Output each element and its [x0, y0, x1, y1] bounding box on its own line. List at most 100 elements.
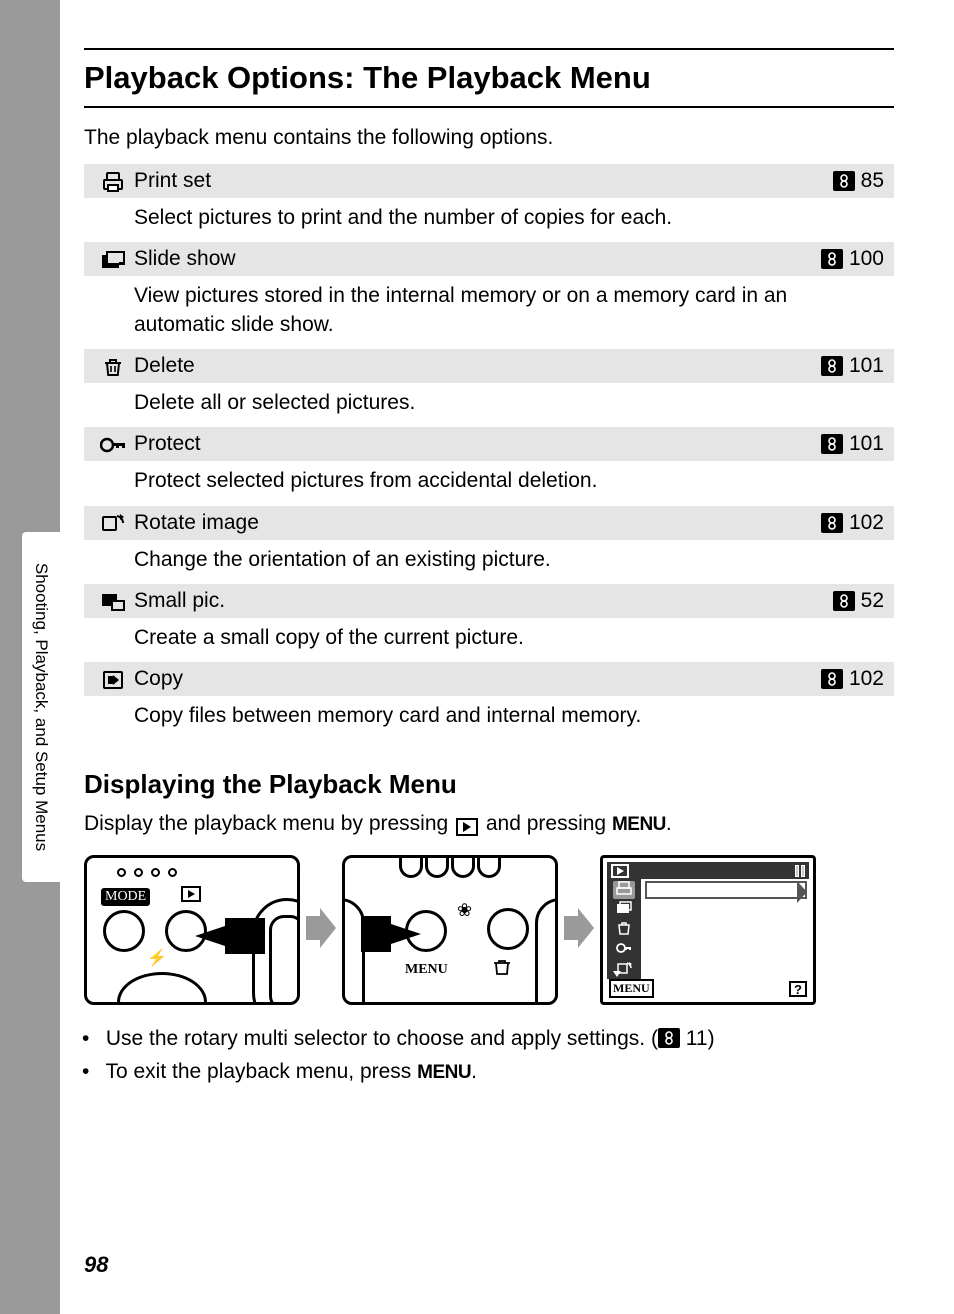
menu-item-delete-icon	[613, 921, 635, 939]
note-item: Use the rotary multi selector to choose …	[100, 1023, 894, 1056]
playback-button-icon	[181, 886, 201, 902]
display-instruction: Display the playback menu by pressing an…	[84, 808, 894, 840]
option-row: Print set 85 Select pictures to print and …	[84, 164, 894, 242]
instruct-post: .	[666, 812, 672, 835]
intro-text: The playback menu contains the following…	[84, 126, 894, 150]
page-ref-icon	[658, 1028, 680, 1048]
option-description: Copy files between memory card and inter…	[84, 696, 894, 740]
option-header: Slide show 100	[84, 242, 894, 276]
instruct-mid: and pressing	[480, 812, 612, 835]
page-number: 98	[84, 1252, 108, 1278]
option-row: Protect 101 Protect selected pictures from…	[84, 427, 894, 505]
notes-list: Use the rotary multi selector to choose …	[84, 1023, 894, 1088]
option-description: View pictures stored in the internal mem…	[84, 276, 894, 349]
note-text: To exit the playback menu, press	[105, 1060, 417, 1083]
option-row: Rotate image102Change the orientation of…	[84, 506, 894, 584]
page-ref-icon	[833, 171, 855, 191]
mode-label: MODE	[101, 888, 150, 906]
menu-item-slide-show-icon	[613, 901, 635, 919]
note-item: To exit the playback menu, press MENU.	[100, 1056, 894, 1089]
note-text: .	[471, 1060, 477, 1083]
page-reference: 102	[821, 667, 884, 691]
top-rule	[84, 48, 894, 50]
manual-page: Playback Options: The Playback Menu The …	[60, 0, 954, 1314]
page-ref-number: 101	[849, 354, 884, 378]
page-ref-icon	[821, 669, 843, 689]
help-soft-button: ?	[789, 981, 807, 997]
copy-icon	[92, 669, 134, 690]
hinge-icon	[399, 855, 501, 878]
section-tab-label: Shooting, Playback, and Setup Menus	[31, 563, 51, 851]
lcd-title-bar	[607, 862, 809, 879]
page-reference: 102	[821, 511, 884, 535]
diagram-camera-top-1: MODE ⚡	[84, 855, 300, 1005]
option-description: Select pictures to print and the number …	[84, 198, 894, 242]
page-ref-number: 102	[849, 511, 884, 535]
note-page: 11	[686, 1027, 708, 1050]
lcd-bottom-bar: MENU ?	[607, 979, 809, 998]
flow-arrow-icon	[564, 908, 594, 953]
menu-soft-button: MENU	[609, 979, 654, 998]
section-tab: Shooting, Playback, and Setup Menus	[22, 532, 60, 882]
option-name: Small pic.	[134, 589, 833, 613]
command-dial-icon	[252, 898, 300, 1005]
diagram-camera-back: ❀ MENU	[342, 855, 558, 1005]
option-row: Slide show 100 View pictures stored in the…	[84, 242, 894, 349]
macro-icon: ❀	[457, 900, 472, 921]
option-description: Delete all or selected pictures.	[84, 383, 894, 427]
note-text: )	[708, 1027, 715, 1050]
page-ref-number: 101	[849, 432, 884, 456]
menu-highlight-bar	[645, 881, 807, 899]
page-ref-number: 100	[849, 247, 884, 271]
dial-icon	[487, 908, 529, 950]
page-ref-icon	[833, 591, 855, 611]
protect-icon	[92, 434, 134, 455]
option-name: Print set	[134, 169, 833, 193]
page-ref-icon	[821, 356, 843, 376]
page-reference: 52	[833, 589, 884, 613]
menu-item-protect-icon	[613, 941, 635, 959]
rotate-image-icon	[92, 512, 134, 533]
option-name: Rotate image	[134, 511, 821, 535]
press-arrow-icon	[361, 916, 421, 957]
option-name: Copy	[134, 667, 821, 691]
page-ref-icon	[821, 434, 843, 454]
page-reference: 100	[821, 247, 884, 271]
option-description: Protect selected pictures from accidenta…	[84, 461, 894, 505]
slide-show-icon	[92, 249, 134, 270]
option-description: Create a small copy of the current pictu…	[84, 618, 894, 662]
delete-icon	[92, 355, 134, 376]
page-ref-icon	[821, 513, 843, 533]
dial-icon	[103, 910, 145, 952]
option-header: Delete101	[84, 349, 894, 383]
option-row: Small pic.52Create a small copy of the c…	[84, 584, 894, 662]
option-name: Slide show	[134, 247, 821, 271]
battery-icon	[795, 865, 805, 877]
menu-item-print-set-icon	[613, 881, 635, 899]
page-reference: 101	[821, 432, 884, 456]
menu-button-label: MENU	[405, 962, 448, 978]
subheading: Displaying the Playback Menu	[84, 769, 894, 800]
page-ref-number: 85	[861, 169, 884, 193]
flash-icon: ⚡	[147, 948, 167, 968]
option-header: Print set 85	[84, 164, 894, 198]
option-row: Copy 102 Copy files between memory card an…	[84, 662, 894, 740]
speaker-dots-icon	[117, 868, 177, 877]
option-header: Rotate image 102	[84, 506, 894, 540]
side-dial-icon	[535, 898, 558, 1005]
option-name: Protect	[134, 432, 821, 456]
playback-mode-icon	[611, 864, 629, 878]
playback-button-icon	[456, 818, 478, 836]
lcd-menu-main	[641, 879, 809, 979]
options-table: Print set 85 Select pictures to print and …	[84, 164, 894, 741]
option-row: Delete101Delete all or selected pictures…	[84, 349, 894, 427]
trash-icon	[493, 958, 511, 981]
lcd-menu-sidebar	[607, 879, 641, 979]
option-header: Small pic.52	[84, 584, 894, 618]
instruct-pre: Display the playback menu by pressing	[84, 812, 454, 835]
page-reference: 101	[821, 354, 884, 378]
option-header: Copy 102	[84, 662, 894, 696]
small-pic-icon	[92, 591, 134, 612]
page-ref-number: 102	[849, 667, 884, 691]
page-reference: 85	[833, 169, 884, 193]
